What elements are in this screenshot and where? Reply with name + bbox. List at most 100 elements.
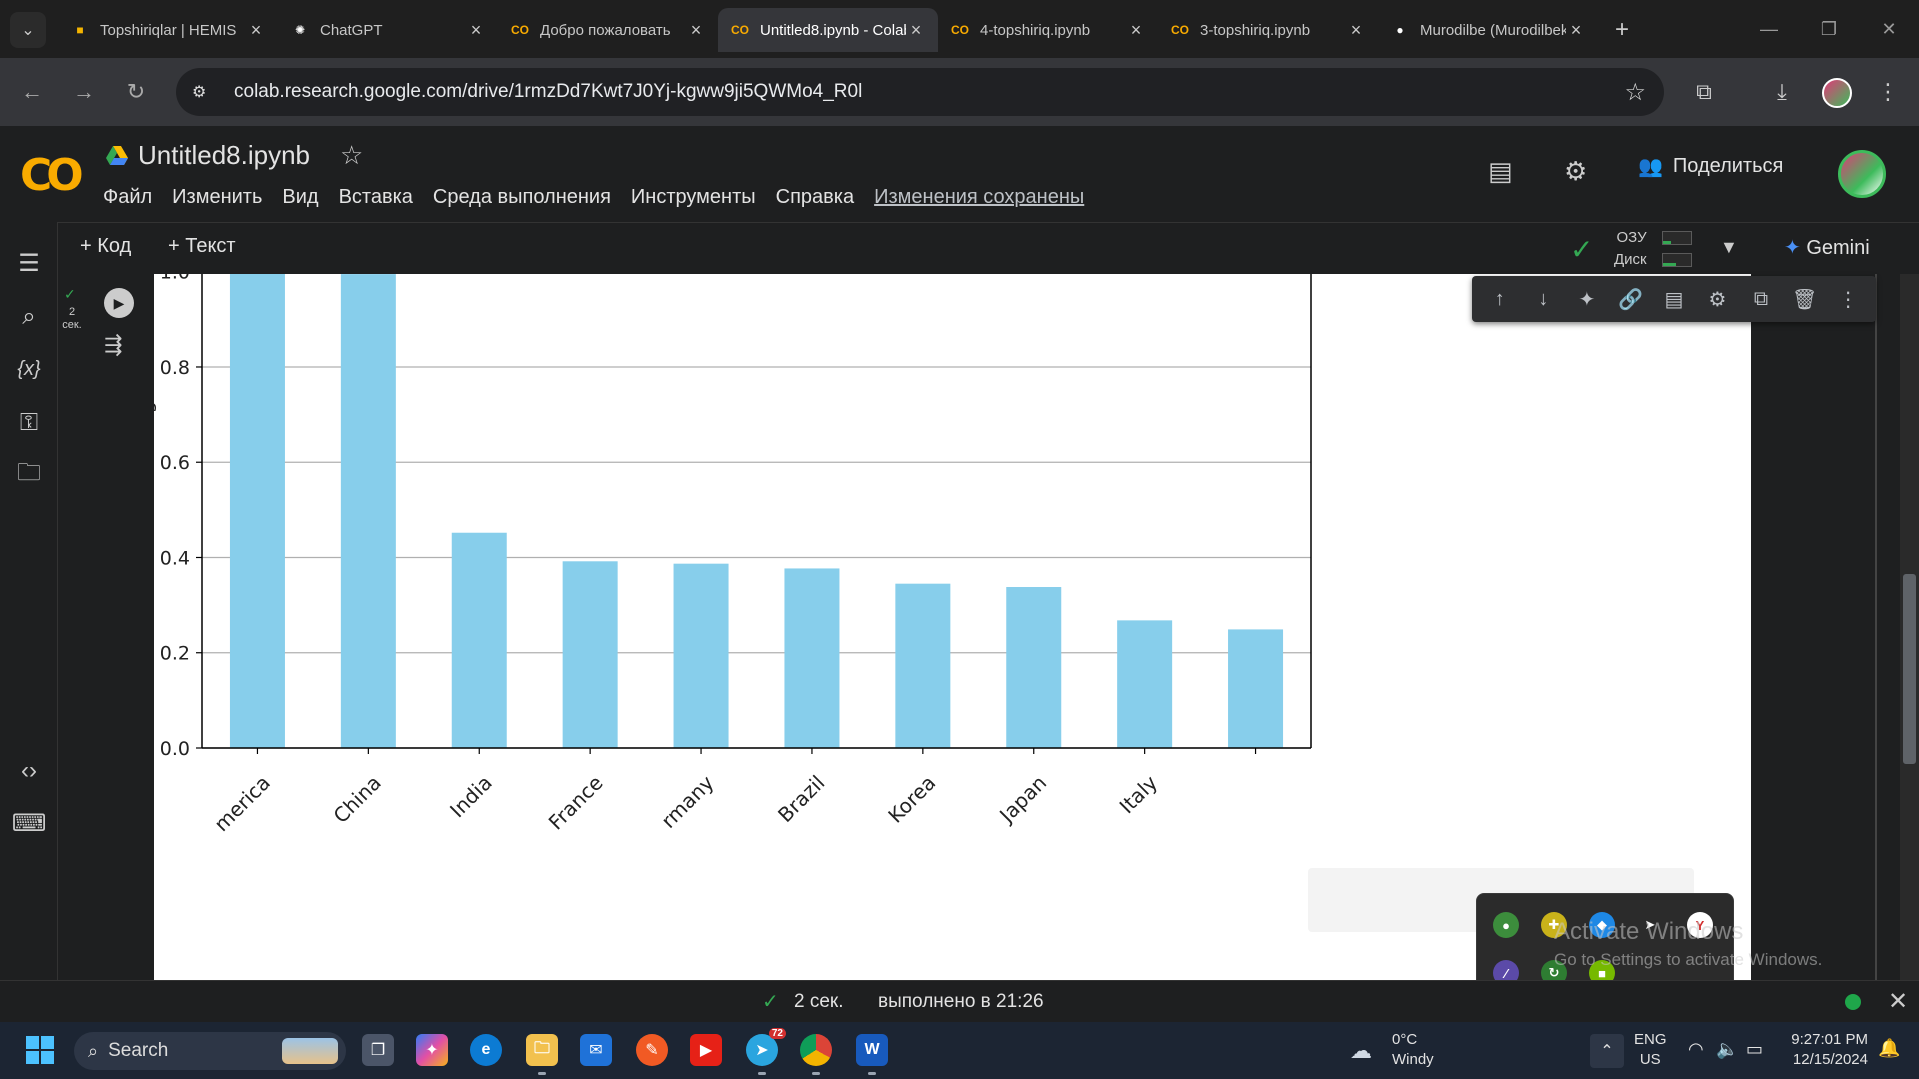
code-snippets-icon[interactable]: ‹› xyxy=(14,756,44,786)
weather-wind-icon[interactable]: ☁ xyxy=(1350,1038,1372,1064)
browser-tab-strip: ⌄ ■ Topshiriqlar | HEMIS × ✺ ChatGPT × CO Добро… xyxy=(0,0,1919,58)
reload-button[interactable]: ↻ xyxy=(120,76,152,108)
add-code-button[interactable]: + Код xyxy=(80,235,131,258)
link-icon[interactable]: 🔗 xyxy=(1614,287,1646,312)
gemini-button[interactable]: ✦ Gemini xyxy=(1784,235,1870,260)
add-text-button[interactable]: + Текст xyxy=(168,235,236,258)
copilot-icon[interactable]: ✦ xyxy=(416,1034,448,1066)
youtube-icon[interactable]: ▶ xyxy=(690,1034,722,1066)
variables-icon[interactable]: {x} xyxy=(14,354,44,384)
tab-search-menu-button[interactable]: ⌄ xyxy=(10,12,46,48)
star-notebook-icon[interactable]: ☆ xyxy=(340,140,363,171)
start-button[interactable] xyxy=(26,1036,54,1064)
url-text[interactable]: colab.research.google.com/drive/1rmzDd7K… xyxy=(234,81,862,103)
notifications-bell-icon[interactable]: 🔔 xyxy=(1878,1038,1900,1059)
word-icon[interactable]: W xyxy=(856,1034,888,1066)
close-tab-icon[interactable]: × xyxy=(1126,20,1146,41)
window-controls: — ❐ ✕ xyxy=(1739,0,1919,58)
scrollbar-thumb[interactable] xyxy=(1903,574,1916,764)
colab-logo[interactable]: CO xyxy=(20,150,84,201)
browser-tab[interactable]: ■ Topshiriqlar | HEMIS × xyxy=(58,8,278,52)
menu-item[interactable]: Справка xyxy=(776,186,854,209)
status-close-icon[interactable]: ✕ xyxy=(1888,987,1908,1016)
site-info-icon[interactable]: ⚙ xyxy=(192,82,222,102)
saved-status-link[interactable]: Изменения сохранены xyxy=(874,186,1084,209)
terminal-icon[interactable]: ⌨ xyxy=(12,808,47,838)
run-cell-button[interactable]: ▶ xyxy=(104,288,134,318)
close-window-button[interactable]: ✕ xyxy=(1859,0,1919,58)
move-up-icon[interactable]: ↑ xyxy=(1484,288,1516,311)
clock-date: 12/15/2024 xyxy=(1792,1051,1868,1068)
show-hidden-icons-button[interactable]: ⌃ xyxy=(1590,1034,1624,1068)
status-executed: выполнено в 21:26 xyxy=(878,991,1044,1012)
settings-gear-icon[interactable]: ⚙ xyxy=(1564,156,1587,187)
move-down-icon[interactable]: ↓ xyxy=(1527,288,1559,311)
restore-button[interactable]: ❐ xyxy=(1799,0,1859,58)
close-tab-icon[interactable]: × xyxy=(906,20,926,41)
comment-icon[interactable]: ▤ xyxy=(1658,287,1690,312)
status-check-icon: ✓ xyxy=(762,991,779,1013)
notebook-title[interactable]: Untitled8.ipynb xyxy=(138,140,310,171)
input-language[interactable]: ENG US xyxy=(1634,1030,1667,1070)
omnibox[interactable]: ⚙ colab.research.google.com/drive/1rmzDd… xyxy=(176,68,1664,116)
mail-icon[interactable]: ✉ xyxy=(580,1034,612,1066)
bookmark-star-icon[interactable]: ☆ xyxy=(1624,78,1646,107)
menu-item[interactable]: Инструменты xyxy=(631,186,756,209)
runtime-dropdown-icon[interactable]: ▼ xyxy=(1720,237,1738,258)
files-folder-icon[interactable]: 🗀 xyxy=(14,459,44,490)
forward-button[interactable]: → xyxy=(68,76,100,108)
more-options-icon[interactable]: ⋮ xyxy=(1832,287,1864,312)
delete-cell-icon[interactable]: 🗑 xyxy=(1789,287,1821,312)
menu-item[interactable]: Изменить xyxy=(172,186,262,209)
telegram-badge: 72 xyxy=(768,1028,786,1039)
menu-item[interactable]: Вид xyxy=(282,186,318,209)
menu-item[interactable]: Среда выполнения xyxy=(433,186,611,209)
cell-settings-icon[interactable]: ⚙ xyxy=(1702,287,1734,312)
comments-icon[interactable]: ▤ xyxy=(1488,156,1513,187)
mirror-cell-icon[interactable]: ⧉ xyxy=(1745,288,1777,311)
close-tab-icon[interactable]: × xyxy=(466,20,486,41)
share-button[interactable]: 👥 Поделиться xyxy=(1638,154,1783,179)
taskbar-search[interactable]: ⌕ Search xyxy=(74,1032,346,1070)
system-clock[interactable]: 9:27:01 PM 12/15/2024 xyxy=(1788,1030,1868,1070)
browser-tab[interactable]: CO Untitled8.ipynb - Colab × xyxy=(718,8,938,52)
search-icon[interactable]: ⌕ xyxy=(14,302,44,332)
tray-app-icon[interactable]: ● xyxy=(1493,912,1519,938)
telegram-icon[interactable]: ➤ 72 xyxy=(746,1028,786,1066)
close-tab-icon[interactable]: × xyxy=(1566,20,1586,41)
volume-icon[interactable]: 🔈 xyxy=(1716,1039,1738,1060)
secrets-key-icon[interactable]: ⚿ xyxy=(14,408,44,438)
share-label: Поделиться xyxy=(1672,155,1784,177)
browser-menu-icon[interactable]: ⋮ xyxy=(1872,76,1904,108)
browser-tab[interactable]: ✺ ChatGPT × xyxy=(278,8,498,52)
browser-tab[interactable]: CO 4-topshiriq.ipynb × xyxy=(938,8,1158,52)
chart-bar xyxy=(1006,587,1062,748)
close-tab-icon[interactable]: × xyxy=(1346,20,1366,41)
browser-tab[interactable]: ● Murodilbe (Murodilbek) × xyxy=(1378,8,1598,52)
close-tab-icon[interactable]: × xyxy=(686,20,706,41)
menu-item[interactable]: Вставка xyxy=(339,186,413,209)
task-view-icon[interactable]: ❐ xyxy=(362,1034,394,1066)
back-button[interactable]: ← xyxy=(16,76,48,108)
browser-tab[interactable]: CO Добро пожаловать × xyxy=(498,8,718,52)
downloads-icon[interactable]: ⤓ xyxy=(1766,76,1798,108)
minimize-button[interactable]: — xyxy=(1739,0,1799,58)
resource-labels[interactable]: ОЗУ Диск xyxy=(1614,227,1647,271)
new-tab-button[interactable]: + xyxy=(1604,8,1640,52)
edge-icon[interactable]: e xyxy=(470,1034,502,1066)
browser-tab[interactable]: CO 3-topshiriq.ipynb × xyxy=(1158,8,1378,52)
extensions-icon[interactable]: ⧉ xyxy=(1688,76,1720,108)
wifi-icon[interactable]: ◠ xyxy=(1688,1039,1704,1060)
account-avatar[interactable] xyxy=(1838,150,1886,198)
app-icon[interactable]: ✎ xyxy=(636,1034,668,1066)
browser-profile-avatar[interactable] xyxy=(1822,78,1852,108)
menu-item[interactable]: Файл xyxy=(103,186,152,209)
gemini-cell-icon[interactable]: ✦ xyxy=(1571,287,1603,312)
output-actions-icon[interactable]: ⇶ xyxy=(104,332,122,358)
weather-widget[interactable]: 0°C Windy xyxy=(1392,1030,1434,1070)
table-of-contents-icon[interactable]: ☰ xyxy=(14,248,44,278)
close-tab-icon[interactable]: × xyxy=(246,20,266,41)
file-explorer-icon[interactable]: 🗀 xyxy=(526,1034,558,1066)
battery-icon[interactable]: ▭ xyxy=(1746,1039,1763,1060)
chrome-icon[interactable] xyxy=(800,1034,832,1066)
